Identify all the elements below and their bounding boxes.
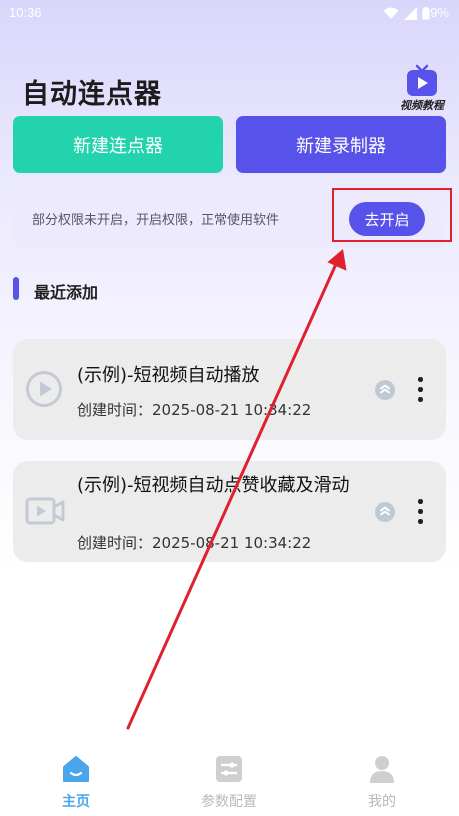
pin-top-icon[interactable]: [375, 502, 395, 522]
script-card[interactable]: (示例)-短视频自动点赞收藏及滑动 创建时间：2025-08-21 10:34:…: [13, 461, 446, 562]
script-created-time: 创建时间：2025-08-21 10:34:22: [77, 534, 312, 552]
pin-top-icon[interactable]: [375, 380, 395, 400]
tv-play-icon: [407, 64, 437, 96]
script-created-time: 创建时间：2025-08-21 10:34:22: [77, 401, 312, 419]
script-title: (示例)-短视频自动播放: [77, 365, 260, 386]
nav-label: 我的: [368, 794, 396, 810]
status-time: 10:36: [9, 5, 42, 20]
page-title: 自动连点器: [22, 79, 162, 110]
more-options-icon[interactable]: [414, 377, 426, 403]
wifi-icon: [383, 7, 399, 19]
script-title: (示例)-短视频自动点赞收藏及滑动: [77, 475, 350, 496]
new-clicker-button[interactable]: 新建连点器: [13, 116, 223, 173]
nav-home[interactable]: 主页: [26, 754, 126, 811]
script-card[interactable]: (示例)-短视频自动播放 创建时间：2025-08-21 10:34:22: [13, 339, 446, 440]
home-icon: [63, 756, 89, 782]
nav-mine[interactable]: 我的: [332, 754, 432, 811]
recent-section-title: 最近添加: [34, 283, 99, 302]
video-camera-icon: [25, 497, 65, 525]
video-tutorial-button[interactable]: 视频教程: [398, 64, 446, 116]
more-options-icon[interactable]: [414, 499, 426, 525]
signal-icon: [404, 6, 417, 20]
annotation-highlight-box: [332, 188, 452, 242]
permission-message: 部分权限未开启，开启权限，正常使用软件: [32, 213, 280, 228]
nav-label: 主页: [62, 794, 90, 810]
tutorial-label: 视频教程: [400, 99, 444, 112]
battery-level: 89%: [422, 5, 449, 20]
sliders-icon: [216, 756, 242, 782]
status-bar: 10:36 89%: [0, 0, 459, 28]
section-marker: [13, 277, 19, 300]
nav-params[interactable]: 参数配置: [179, 754, 279, 811]
user-icon: [370, 756, 394, 783]
play-circle-icon: [26, 371, 62, 407]
bottom-nav: 主页 参数配置 我的: [0, 740, 459, 816]
new-recorder-button[interactable]: 新建录制器: [236, 116, 446, 173]
nav-label: 参数配置: [201, 794, 257, 810]
